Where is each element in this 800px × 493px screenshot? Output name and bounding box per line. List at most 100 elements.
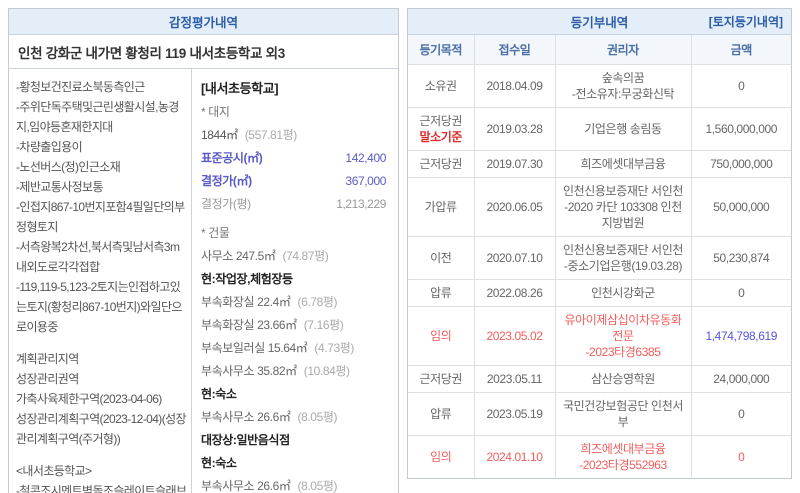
holder-line: 전문 xyxy=(558,328,689,344)
holder-cell: 희즈에셋대부금융 xyxy=(555,151,691,178)
holder-cell: 인천신용보증재단 서인천-중소기업은행(19.03.28) xyxy=(555,237,691,280)
building-detail: [내서초등학교]* 대지1844㎡(557.81평)표준공시(㎡)142,400… xyxy=(191,69,398,493)
purpose-text: 압류 xyxy=(410,285,472,301)
purpose-text: 압류 xyxy=(410,406,472,422)
cancellation-base-label: 말소기준 xyxy=(410,129,472,145)
building-item: 부속사무소 26.6㎡ (8.05평) xyxy=(201,475,388,493)
amount-cell: 50,230,874 xyxy=(691,237,791,280)
purpose-cell: 근저당권말소기준 xyxy=(408,108,474,151)
holder-line: 인천신용보증재단 서인천 xyxy=(558,242,689,258)
date-cell: 2019.03.28 xyxy=(474,108,555,151)
note-line: -노선버스(정)인근소재 xyxy=(16,157,187,177)
holder-line: -2020 카단 103308 인천 xyxy=(558,199,689,215)
purpose-cell: 소유권 xyxy=(408,65,474,108)
holder-line: -2023타경6385 xyxy=(558,344,689,360)
purpose-cell: 근저당권 xyxy=(408,151,474,178)
registry-table-body: 소유권2018.04.09숲속의꿈-전소유자:무궁화신탁0근저당권말소기준201… xyxy=(408,65,791,479)
note-line: <내서초등학교> xyxy=(16,461,187,481)
item-text: 부속사무소 26.6㎡ xyxy=(201,410,291,424)
purpose-text: 소유권 xyxy=(410,78,472,94)
item-pyeong: (4.73평) xyxy=(314,341,354,355)
amount-cell: 0 xyxy=(691,280,791,307)
note-line: -인접지867-10번지포함4필일단의부정형토지 xyxy=(16,197,187,237)
purpose-cell: 임의 xyxy=(408,307,474,366)
price-value: 367,000 xyxy=(345,170,386,193)
building-item: 사무소 247.5㎡ (74.87평) xyxy=(201,245,388,268)
purpose-cell: 임의 xyxy=(408,436,474,479)
item-text: 현:숙소 xyxy=(201,456,237,470)
table-row: 임의2023.05.02유아이제삼십이차유동화전문-2023타경63851,47… xyxy=(408,307,791,366)
date-cell: 2020.07.10 xyxy=(474,237,555,280)
table-row: 압류2023.05.19국민건강보험공단 인천서부0 xyxy=(408,393,791,436)
land-label: * 대지 xyxy=(201,101,388,124)
item-pyeong: (8.05평) xyxy=(298,479,338,493)
amount-cell: 0 xyxy=(691,65,791,108)
item-text: 현:숙소 xyxy=(201,387,237,401)
column-header: 금액 xyxy=(691,35,791,65)
building-item: 부속사무소 26.6㎡(8.05평) xyxy=(201,406,388,429)
purpose-text: 가압류 xyxy=(410,199,472,215)
holder-line: -중소기업은행(19.03.28) xyxy=(558,258,689,274)
holder-line: 인천신용보증재단 서인천 xyxy=(558,183,689,199)
note-line: 성장관리계획구역(2023-12-04)(성장관리계획구역(주거형)) xyxy=(16,409,187,449)
registry-header: 등기부내역 [토지등기내역] xyxy=(408,9,791,35)
holder-cell: 인천신용보증재단 서인천-2020 카단 103308 인천지방법원 xyxy=(555,178,691,237)
price-row-0: 표준공시(㎡)142,400 xyxy=(201,147,388,170)
table-row: 이전2020.07.10인천신용보증재단 서인천-중소기업은행(19.03.28… xyxy=(408,237,791,280)
note-line: -서측왕복2차선,북서측및남서측3m내외도로각각접합 xyxy=(16,237,187,277)
purpose-text: 임의 xyxy=(410,328,472,344)
date-cell: 2023.05.02 xyxy=(474,307,555,366)
item-text: 부속화장실 23.66㎡ xyxy=(201,318,297,332)
holder-line: 인천시강화군 xyxy=(558,285,689,301)
holder-line: 지방법원 xyxy=(558,215,689,231)
purpose-text: 근저당권 xyxy=(410,371,472,387)
holder-cell: 국민건강보험공단 인천서부 xyxy=(555,393,691,436)
table-row: 근저당권2019.07.30희즈에셋대부금융750,000,000 xyxy=(408,151,791,178)
holder-line: 유아이제삼십이차유동화 xyxy=(558,312,689,328)
holder-cell: 삼산승영학원 xyxy=(555,366,691,393)
item-pyeong: (74.87평) xyxy=(282,249,328,263)
amount-cell: 24,000,000 xyxy=(691,366,791,393)
note-line: -제반교통사정보통 xyxy=(16,177,187,197)
price-value: 1,213,229 xyxy=(336,193,386,216)
price-row-1: 결정가(㎡)367,000 xyxy=(201,170,388,193)
item-pyeong: (6.78평) xyxy=(298,295,338,309)
item-pyeong: (10.84평) xyxy=(304,364,350,378)
registry-table-box: 등기부내역 [토지등기내역] 등기목적접수일권리자금액 소유권2018.04.0… xyxy=(407,8,792,479)
holder-line: -전소유자:무궁화신탁 xyxy=(558,86,689,102)
price-label: 표준공시(㎡) xyxy=(201,147,262,170)
note-line: -황청보건진료소북동측인근 xyxy=(16,77,187,97)
date-cell: 2019.07.30 xyxy=(474,151,555,178)
date-cell: 2023.05.19 xyxy=(474,393,555,436)
location-notes: -황청보건진료소북동측인근-주위단독주택및근린생활시설,농경지,임야등혼재한지대… xyxy=(9,69,191,493)
usage-line: 현:숙소 xyxy=(201,452,388,475)
appraisal-body: -황청보건진료소북동측인근-주위단독주택및근린생활시설,농경지,임야등혼재한지대… xyxy=(9,69,398,493)
land-registry-link[interactable]: [토지등기내역] xyxy=(709,13,783,30)
holder-cell: 숲속의꿈-전소유자:무궁화신탁 xyxy=(555,65,691,108)
date-cell: 2023.05.11 xyxy=(474,366,555,393)
amount-cell: 750,000,000 xyxy=(691,151,791,178)
item-text: 부속사무소 26.6㎡ xyxy=(201,479,291,493)
note-line: 성장관리권역 xyxy=(16,369,187,389)
amount-cell: 0 xyxy=(691,393,791,436)
property-address: 인천 강화군 내가면 황청리 119 내서초등학교 외3 xyxy=(9,35,398,69)
price-label: 결정가(평) xyxy=(201,193,251,216)
registry-table-header: 등기목적접수일권리자금액 xyxy=(408,35,791,65)
holder-line: -2023타경552963 xyxy=(558,457,689,473)
usage-line: 대장상:일반음식점 xyxy=(201,429,388,452)
item-text: 대장상:일반음식점 xyxy=(201,433,290,447)
item-text: 사무소 247.5㎡ xyxy=(201,249,275,263)
building-item: 부속보일러실 15.64㎡(4.73평) xyxy=(201,337,388,360)
column-header: 등기목적 xyxy=(408,35,474,65)
building-label: * 건물 xyxy=(201,222,388,245)
note-line: 계획관리지역 xyxy=(16,349,187,369)
registry-header-row: 등기목적접수일권리자금액 xyxy=(408,35,791,65)
amount-cell: 1,560,000,000 xyxy=(691,108,791,151)
purpose-text: 임의 xyxy=(410,449,472,465)
note-line: -주위단독주택및근린생활시설,농경지,임야등혼재한지대 xyxy=(16,97,187,137)
holder-line: 국민건강보험공단 인천서 xyxy=(558,398,689,414)
purpose-cell: 근저당권 xyxy=(408,366,474,393)
purpose-cell: 이전 xyxy=(408,237,474,280)
price-row-2: 결정가(평) 1,213,229 xyxy=(201,193,388,216)
note-line: -철콘조시멘트벽돌조슬레이트슬래브지붕 xyxy=(16,481,187,493)
